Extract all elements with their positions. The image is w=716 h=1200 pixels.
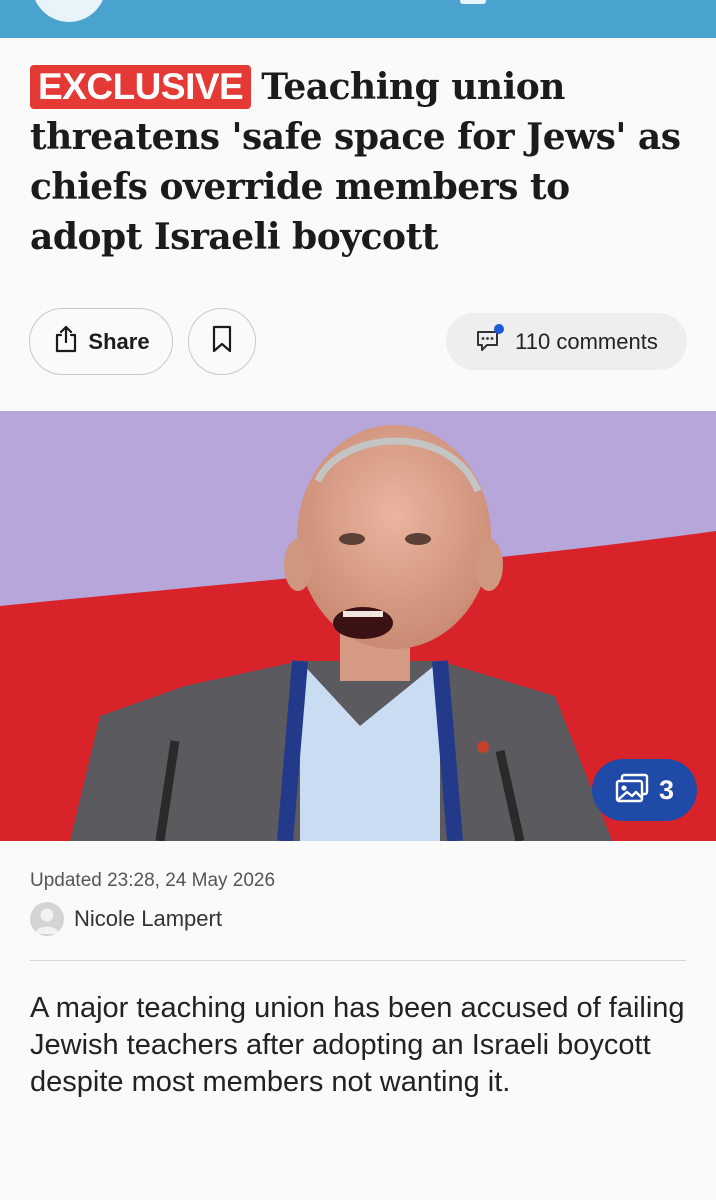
user-avatar-icon <box>30 902 64 936</box>
article-headline: EXCLUSIVE Teaching union threatens 'safe … <box>30 62 690 262</box>
article-lede: A major teaching union has been accused … <box>30 992 685 1098</box>
gallery-count: 3 <box>658 774 675 805</box>
author-byline[interactable]: Nicole Lampert <box>30 902 222 936</box>
menu-icon[interactable] <box>460 0 486 4</box>
site-logo[interactable] <box>32 0 106 22</box>
comment-icon <box>475 324 505 359</box>
top-navigation-bar <box>0 0 716 38</box>
share-icon <box>52 324 80 359</box>
comments-button[interactable]: 110 comments <box>446 313 687 370</box>
share-label: Share <box>88 328 150 354</box>
updated-timestamp: Updated 23:28, 24 May 2026 <box>30 870 276 891</box>
image-gallery-button[interactable]: 3 <box>592 759 697 821</box>
gallery-icon <box>615 773 649 808</box>
divider <box>30 960 686 961</box>
bookmark-icon <box>210 324 234 359</box>
bookmark-button[interactable] <box>188 308 256 375</box>
share-button[interactable]: Share <box>29 308 173 375</box>
author-name[interactable]: Nicole Lampert <box>74 906 222 932</box>
exclusive-badge: EXCLUSIVE <box>30 65 252 109</box>
comments-count: 110 comments <box>515 328 658 354</box>
